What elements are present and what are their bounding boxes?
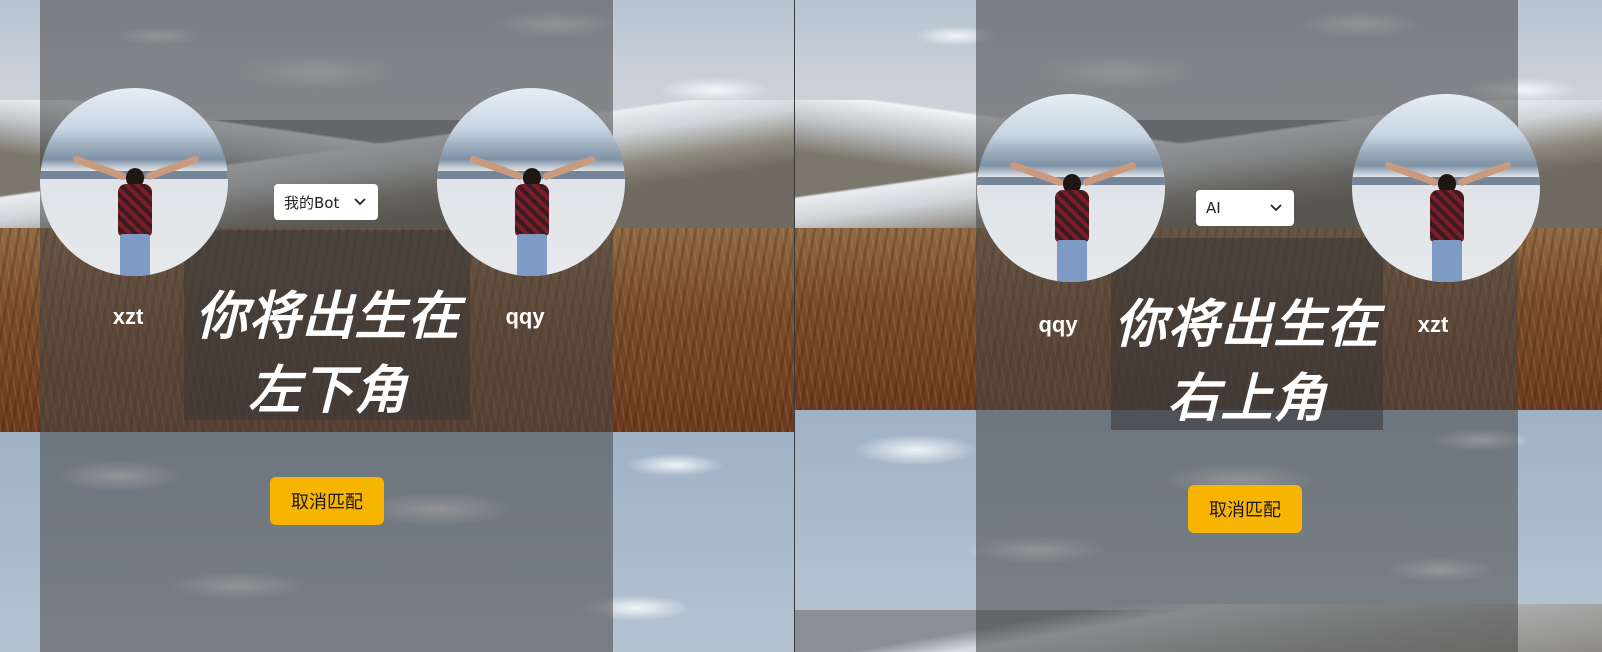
chevron-down-icon (1268, 200, 1284, 216)
player-name-right: xzt (1417, 312, 1449, 337)
birth-line-2: 右上角 (1167, 369, 1327, 429)
cancel-match-button[interactable]: 取消匹配 (1188, 485, 1302, 533)
birth-line-2: 左下角 (248, 361, 408, 421)
right-match-panel: qqy xzt AI 你将出生在 右上角 取消匹配 (795, 0, 1602, 652)
birth-line-1: 你将出生在 (195, 287, 461, 347)
birth-position-text: 你将出生在 右上角 (1111, 288, 1383, 436)
player-avatar-right (1352, 94, 1540, 282)
bot-select-value: 我的Bot (284, 193, 340, 212)
birth-position-text: 你将出生在 左下角 (192, 280, 464, 428)
player-name-left: xzt (112, 304, 144, 329)
bot-select-value: AI (1206, 199, 1221, 217)
player-avatar-left (977, 94, 1165, 282)
bot-select[interactable]: AI (1196, 190, 1294, 226)
bot-select[interactable]: 我的Bot (274, 184, 378, 220)
player-name-left: qqy (1038, 312, 1078, 337)
player-avatar-left (40, 88, 228, 276)
cancel-match-button[interactable]: 取消匹配 (270, 477, 384, 525)
chevron-down-icon (352, 194, 368, 210)
left-match-panel: xzt qqy 我的Bot 你将出生在 左下角 取消匹配 (0, 0, 794, 652)
player-avatar-right (437, 88, 625, 276)
birth-line-1: 你将出生在 (1114, 295, 1380, 355)
player-name-right: qqy (505, 304, 545, 329)
